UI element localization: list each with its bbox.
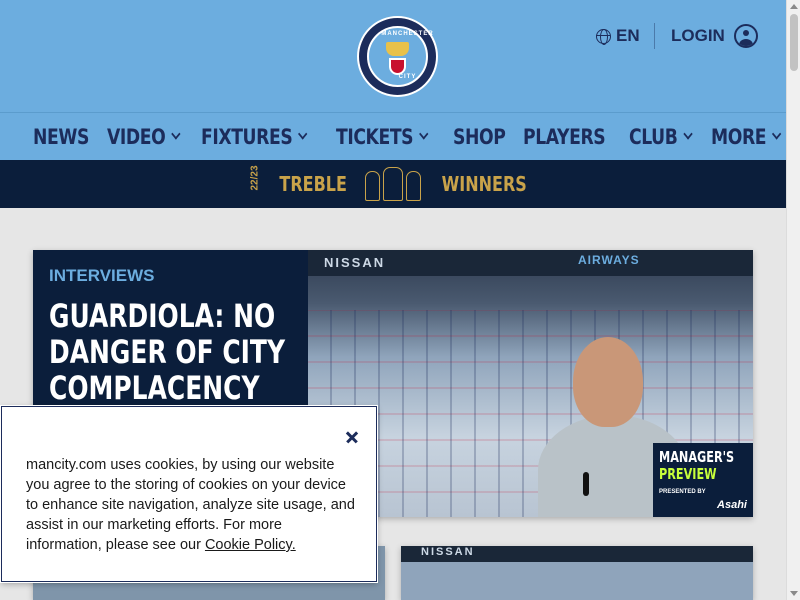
main-nav: NEWS VIDEO FIXTURES TICKETS SHOP PLAYERS…	[0, 112, 786, 160]
cookie-message: mancity.com uses cookies, by using our w…	[26, 455, 361, 555]
language-label: EN	[616, 26, 640, 45]
preview-line-2: PREVIEW	[659, 465, 717, 483]
chevron-down-icon	[298, 128, 309, 140]
preview-line-1: MANAGER'S	[659, 448, 735, 466]
treble-winners-banner[interactable]: 22/23 TREBLE WINNERS	[0, 160, 786, 208]
banner-right-word: WINNERS	[441, 172, 527, 196]
ship-icon	[386, 42, 409, 56]
nav-label: TICKETS	[335, 124, 414, 149]
nav-item-players[interactable]: PLAYERS	[522, 124, 606, 149]
trophy-icon	[405, 171, 421, 201]
login-button[interactable]: LOGIN	[671, 24, 758, 48]
chevron-down-icon	[419, 128, 429, 140]
language-selector[interactable]: EN	[596, 24, 640, 48]
asahi-logo: Asahi	[717, 499, 747, 511]
chevron-down-icon	[683, 128, 694, 140]
rose-shield-icon	[389, 58, 406, 75]
page-scrollbar[interactable]	[786, 0, 800, 600]
managers-preview-badge: MANAGER'S PREVIEW PRESENTED BY Asahi	[653, 443, 753, 517]
close-icon[interactable]	[343, 427, 363, 447]
nav-label: FIXTURES	[201, 124, 293, 149]
header-divider	[654, 23, 655, 49]
nav-item-shop[interactable]: SHOP	[452, 124, 506, 149]
nav-label: MORE	[711, 124, 767, 149]
nav-item-tickets[interactable]: TICKETS	[335, 124, 429, 149]
nav-item-fixtures[interactable]: FIXTURES	[201, 124, 309, 149]
user-icon	[733, 24, 758, 48]
article-card[interactable]: NISSAN	[401, 546, 753, 600]
trophy-icon	[364, 171, 380, 201]
crest-inner: MANCHESTER CITY	[367, 26, 433, 87]
nav-item-club[interactable]: CLUB	[629, 124, 694, 149]
crest-top-text: MANCHESTER	[381, 31, 434, 37]
scroll-up-arrow-icon[interactable]	[790, 4, 798, 9]
microphone-icon	[583, 472, 589, 496]
nav-label: CLUB	[629, 124, 678, 149]
globe-icon	[596, 28, 611, 45]
nav-item-more[interactable]: MORE	[711, 124, 782, 149]
scroll-down-arrow-icon[interactable]	[790, 591, 798, 596]
nav-label: VIDEO	[107, 124, 166, 149]
login-label: LOGIN	[671, 26, 725, 45]
sponsor-logo-text: NISSAN	[421, 546, 475, 558]
nav-item-video[interactable]: VIDEO	[107, 124, 181, 149]
manager-head	[573, 337, 643, 427]
preview-title: MANAGER'S PREVIEW	[659, 449, 753, 483]
chevron-down-icon	[171, 128, 181, 140]
banner-year: 22/23	[249, 164, 261, 190]
nav-label: NEWS	[33, 124, 89, 149]
scrollbar-thumb[interactable]	[790, 14, 798, 71]
chevron-down-icon	[772, 128, 782, 140]
presented-by: PRESENTED BY	[659, 489, 706, 495]
nav-item-news[interactable]: NEWS	[33, 125, 89, 149]
sponsor-logo-text: NISSAN	[324, 255, 386, 270]
club-crest-logo[interactable]: MANCHESTER CITY	[357, 16, 438, 97]
cookie-policy-link[interactable]: Cookie Policy.	[205, 537, 296, 553]
cookie-text: mancity.com uses cookies, by using our w…	[26, 457, 355, 553]
sponsor-strip: NISSAN AIRWAYS	[308, 250, 753, 276]
crest-bottom-text: CITY	[398, 74, 417, 80]
banner-left-word: TREBLE	[279, 172, 347, 196]
trophy-icon	[382, 167, 403, 201]
trophies-icon	[364, 167, 421, 201]
nav-label: SHOP	[452, 124, 506, 149]
nav-label: PLAYERS	[522, 124, 606, 149]
airways-logo-text: AIRWAYS	[578, 253, 640, 267]
site-header: MANCHESTER CITY EN LOGIN	[0, 0, 786, 112]
cookie-banner: mancity.com uses cookies, by using our w…	[1, 406, 377, 582]
article-category[interactable]: INTERVIEWS	[49, 266, 292, 286]
article-title[interactable]: GUARDIOLA: NO DANGER OF CITY COMPLACENCY	[49, 298, 306, 406]
